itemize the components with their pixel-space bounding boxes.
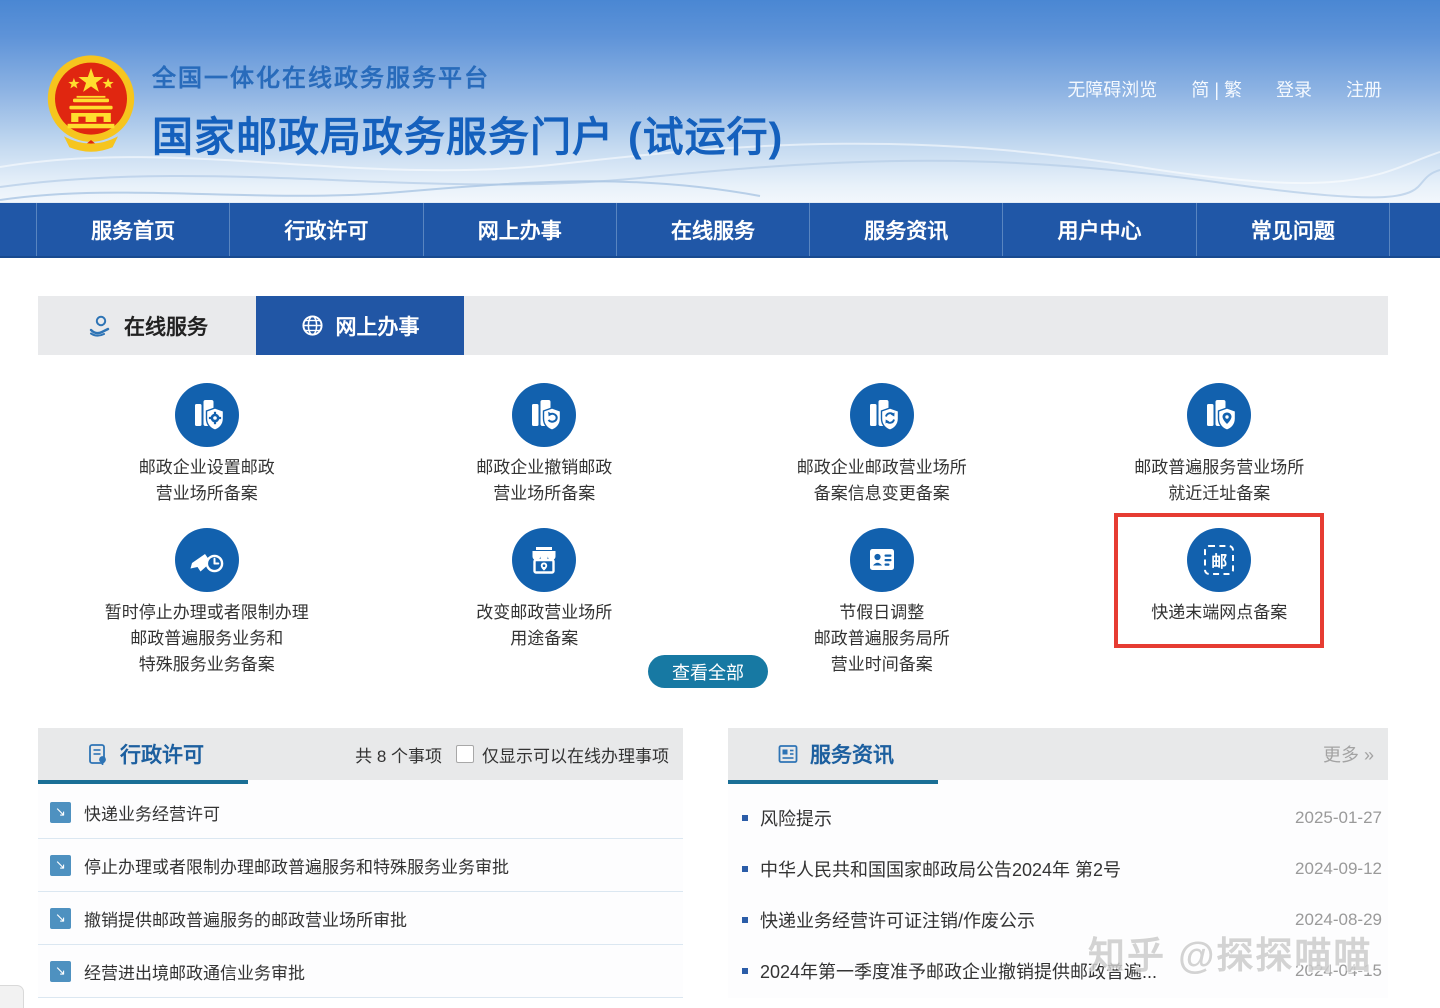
page-title: 国家邮政局政务服务门户(试运行): [152, 103, 783, 163]
service-item-setup-business-place[interactable]: 邮政企业设置邮政 营业场所备案: [38, 383, 376, 507]
service-label: 快递末端网点备案: [1151, 600, 1287, 626]
news-date: 2024-04-15: [1295, 961, 1388, 981]
accessibility-link[interactable]: 无障碍浏览: [1067, 76, 1157, 102]
bullet-icon: [742, 866, 748, 872]
business-place-change-icon: [850, 383, 914, 447]
tab-online-services[interactable]: 在线服务: [38, 296, 256, 355]
news-row[interactable]: 2024年第一季度准予邮政企业撤销提供邮政普遍... 2024-04-15: [728, 945, 1388, 996]
business-place-revoke-icon: [512, 383, 576, 447]
admin-permits-panel: 行政许可 共 8 个事项 仅显示可以在线办理事项 ↘ 快递业务经营许可 ↘ 停止…: [38, 728, 683, 998]
tab-label: 网上办事: [336, 311, 420, 341]
service-item-holiday-adjust[interactable]: 节假日调整 邮政普遍服务局所 营业时间备案: [713, 528, 1051, 678]
tab-label: 在线服务: [124, 311, 208, 341]
relocation-icon: [1187, 383, 1251, 447]
service-label: 邮政普遍服务营业场所 就近迁址备案: [1134, 455, 1304, 507]
arrow-icon: ↘: [50, 961, 71, 982]
trial-run-suffix: (试运行): [628, 114, 783, 160]
panel-underline: [38, 780, 248, 784]
express-endpoint-stamp-icon: 邮: [1187, 528, 1251, 592]
permit-row-express-license[interactable]: ↘ 快递业务经营许可: [38, 786, 683, 839]
service-label: 节假日调整 邮政普遍服务局所 营业时间备案: [814, 600, 950, 678]
service-item-revoke-business-place[interactable]: 邮政企业撤销邮政 营业场所备案: [376, 383, 714, 507]
news-date: 2025-01-27: [1295, 808, 1388, 828]
nav-item-online-services[interactable]: 在线服务: [617, 203, 810, 256]
globe-icon: [301, 314, 324, 337]
admin-permits-header: 行政许可 共 8 个事项 仅显示可以在线办理事项: [38, 728, 683, 780]
nav-item-online-handling[interactable]: 网上办事: [424, 203, 617, 256]
register-link[interactable]: 注册: [1346, 76, 1382, 102]
holiday-adjust-icon: [850, 528, 914, 592]
change-usage-icon: [512, 528, 576, 592]
more-link[interactable]: 更多 »: [1323, 741, 1374, 767]
service-news-header: 服务资讯 更多 »: [728, 728, 1388, 780]
online-only-label: 仅显示可以在线办理事项: [482, 742, 669, 767]
service-news-panel: 服务资讯 更多 » 风险提示 2025-01-27 中华人民共和国国家邮政局公告…: [728, 728, 1388, 998]
corner-widget: [0, 985, 24, 1008]
nav-item-faq[interactable]: 常见问题: [1197, 203, 1390, 256]
permit-row-cross-border-approval[interactable]: ↘ 经营进出境邮政通信业务审批: [38, 945, 683, 998]
suspend-service-icon: [175, 528, 239, 592]
arrow-icon: ↘: [50, 908, 71, 929]
news-row[interactable]: 风险提示 2025-01-27: [728, 792, 1388, 843]
permit-list: ↘ 快递业务经营许可 ↘ 停止办理或者限制办理邮政普遍服务和特殊服务业务审批 ↘…: [38, 780, 683, 998]
bottom-panels: 行政许可 共 8 个事项 仅显示可以在线办理事项 ↘ 快递业务经营许可 ↘ 停止…: [38, 728, 1388, 998]
business-place-setup-icon: [175, 383, 239, 447]
admin-permits-title: 行政许可: [86, 739, 204, 769]
news-row[interactable]: 快递业务经营许可证注销/作废公示 2024-08-29: [728, 894, 1388, 945]
service-news-title: 服务资讯: [776, 739, 894, 769]
news-date: 2024-09-12: [1295, 859, 1388, 879]
services-grid: 邮政企业设置邮政 营业场所备案 邮政企业撤销邮政 营业场所备案: [38, 355, 1388, 678]
language-toggle-link[interactable]: 简 | 繁: [1191, 76, 1242, 102]
page-header: 全国一体化在线政务服务平台 国家邮政局政务服务门户(试运行) 无障碍浏览 简 |…: [0, 0, 1440, 202]
service-label: 改变邮政营业场所 用途备案: [476, 600, 612, 652]
nav-item-service-news[interactable]: 服务资讯: [810, 203, 1003, 256]
permit-document-icon: [86, 742, 110, 766]
permit-row-revoke-place-approval[interactable]: ↘ 撤销提供邮政普遍服务的邮政营业场所审批: [38, 892, 683, 945]
service-item-change-filing-info[interactable]: 邮政企业邮政营业场所 备案信息变更备案: [713, 383, 1051, 507]
service-label: 邮政企业撤销邮政 营业场所备案: [476, 455, 612, 507]
platform-subtitle: 全国一体化在线政务服务平台: [152, 58, 783, 93]
newspaper-icon: [776, 742, 800, 766]
panel-underline: [728, 780, 938, 784]
service-hand-icon: [88, 314, 112, 338]
arrow-icon: ↘: [50, 802, 71, 823]
view-all-button[interactable]: 查看全部: [648, 655, 768, 688]
arrow-icon: ↘: [50, 855, 71, 876]
bullet-icon: [742, 968, 748, 974]
nav-item-user-center[interactable]: 用户中心: [1003, 203, 1196, 256]
news-date: 2024-08-29: [1295, 910, 1388, 930]
bullet-icon: [742, 815, 748, 821]
tab-online-handling[interactable]: 网上办事: [256, 296, 464, 355]
news-row[interactable]: 中华人民共和国国家邮政局公告2024年 第2号 2024-09-12: [728, 843, 1388, 894]
login-link[interactable]: 登录: [1276, 76, 1312, 102]
service-item-express-endpoint[interactable]: 邮 快递末端网点备案: [1051, 528, 1389, 678]
service-label: 邮政企业设置邮政 营业场所备案: [139, 455, 275, 507]
permit-count: 共 8 个事项: [355, 742, 442, 767]
bullet-icon: [742, 917, 748, 923]
nav-item-admin-permits[interactable]: 行政许可: [230, 203, 423, 256]
news-list: 风险提示 2025-01-27 中华人民共和国国家邮政局公告2024年 第2号 …: [728, 780, 1388, 996]
stamp-glyph: 邮: [1211, 548, 1227, 572]
permit-row-stop-limit-approval[interactable]: ↘ 停止办理或者限制办理邮政普遍服务和特殊服务业务审批: [38, 839, 683, 892]
section-tabstrip: 在线服务 网上办事: [38, 296, 1388, 355]
nav-item-home[interactable]: 服务首页: [36, 203, 230, 256]
header-utility-links: 无障碍浏览 简 | 繁 登录 注册: [1067, 76, 1382, 102]
national-emblem-logo: [46, 53, 136, 155]
service-item-suspend-service[interactable]: 暂时停止办理或者限制办理 邮政普遍服务业务和 特殊服务业务备案: [38, 528, 376, 678]
main-navbar: 服务首页 行政许可 网上办事 在线服务 服务资讯 用户中心 常见问题: [0, 202, 1440, 258]
service-label: 邮政企业邮政营业场所 备案信息变更备案: [797, 455, 967, 507]
service-item-relocation[interactable]: 邮政普遍服务营业场所 就近迁址备案: [1051, 383, 1389, 507]
online-only-checkbox[interactable]: [456, 745, 474, 763]
service-label: 暂时停止办理或者限制办理 邮政普遍服务业务和 特殊服务业务备案: [105, 600, 309, 678]
